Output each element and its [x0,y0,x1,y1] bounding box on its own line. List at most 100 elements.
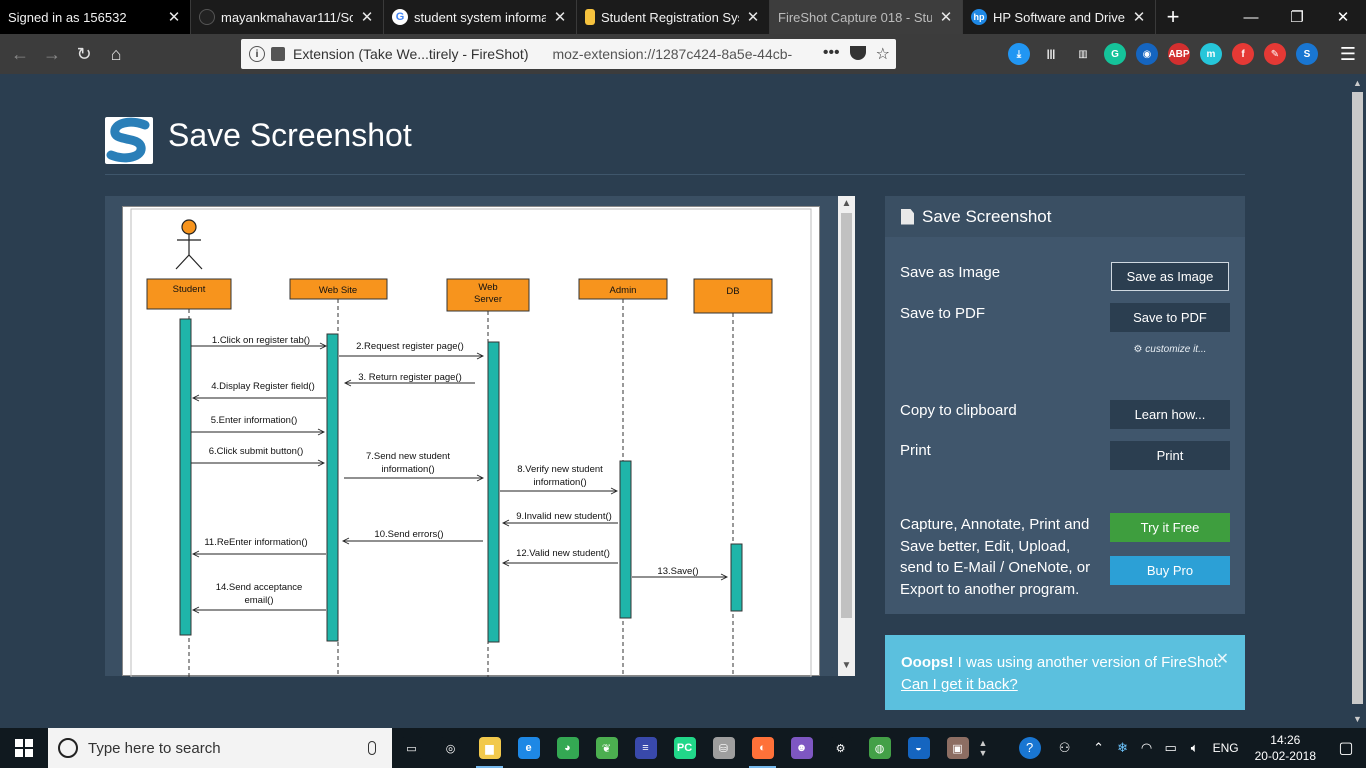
obs-taskbar-button[interactable]: ◎ [431,728,470,768]
edge-taskbar-button[interactable]: e [509,728,548,768]
close-tab-icon[interactable]: ✕ [359,8,375,26]
preview-scrollbar[interactable]: ▲ ▼ [838,196,855,676]
database-taskbar-button[interactable]: ⛁ [704,728,743,768]
restore-button[interactable]: ❐ [1274,0,1320,34]
tab-signed-in[interactable]: Signed in as 156532 ✕ [0,0,191,34]
lifeline-label-student: Student [173,284,206,295]
close-tab-icon[interactable]: ✕ [938,8,954,26]
learn-how-button[interactable]: Learn how... [1110,400,1230,429]
promo-text: Capture, Annotate, Print and Save better… [900,516,1091,598]
app-leaf-taskbar-button[interactable]: ❦ [587,728,626,768]
firefox-taskbar-button[interactable]: ◐ [743,728,782,768]
mercury-icon[interactable]: m [1200,43,1222,65]
close-tab-icon[interactable]: ✕ [166,8,182,26]
buy-pro-button[interactable]: Buy Pro [1110,556,1230,585]
close-tab-icon[interactable]: ✕ [1131,8,1147,26]
fireshot-icon[interactable]: S [1296,43,1318,65]
library-icon[interactable]: ||| [1040,43,1062,65]
settings-icon: ⚙ [829,737,852,759]
screenshot-preview[interactable]: Student Web Site Web Server Admin DB 1.C… [105,196,855,678]
file-explorer-icon: ▆ [478,737,501,759]
app-cat-taskbar-button[interactable]: ☻ [782,728,821,768]
task-view-taskbar-button[interactable]: ▭ [392,728,431,768]
wifi-icon[interactable]: ◠ [1135,740,1159,756]
file-explorer-taskbar-button[interactable]: ▆ [470,728,509,768]
get-back-link[interactable]: Can I get it back? [901,676,1018,693]
app-leaf-icon: ❦ [595,737,618,759]
language-indicator[interactable]: ENG [1213,741,1239,755]
volume-icon[interactable]: 🔈︎ [1183,740,1207,756]
sidebar-icon[interactable]: ▥ [1072,43,1094,65]
people-icon[interactable]: ⚇ [1053,740,1077,756]
close-window-button[interactable]: ✕ [1320,0,1366,34]
vpn-app-taskbar-button[interactable]: ≡ [626,728,665,768]
obs-icon: ◎ [439,737,462,759]
tab-google[interactable]: G student system informati ✕ [384,0,577,34]
scroll-up-icon[interactable]: ▲ [838,198,855,209]
vpn-icon[interactable]: ◉ [1136,43,1158,65]
clock[interactable]: 14:26 20-02-2018 [1255,732,1316,764]
settings-taskbar-button[interactable]: ⚙ [821,728,860,768]
chrome-taskbar-button[interactable]: ◕ [548,728,587,768]
notifications-icon[interactable]: ▢ [1326,738,1366,758]
minimize-button[interactable]: — [1228,0,1274,34]
save-as-image-button[interactable]: Save as Image [1111,262,1229,291]
adblock-icon[interactable]: ABP [1168,43,1190,65]
tab-title: FireShot Capture 018 - Stude [778,9,932,25]
tool-taskbar-button[interactable]: ◒ [899,728,938,768]
globe-taskbar-button[interactable]: ◍ [860,728,899,768]
save-to-pdf-button[interactable]: Save to PDF [1110,303,1230,332]
tab-github[interactable]: mayankmahavar111/Soft ✕ [191,0,384,34]
page-actions-button[interactable]: ••• [823,44,840,64]
bookmark-star-icon[interactable]: ☆ [876,44,890,64]
new-tab-button[interactable]: + [1156,0,1190,34]
page-scroll-up-icon[interactable]: ▲ [1352,78,1363,88]
panel-header: Save Screenshot [885,196,1245,237]
page-scroll-thumb[interactable] [1352,92,1363,704]
show-hidden-icons[interactable]: ⌃ [1087,740,1111,756]
menu-button[interactable]: ☰ [1332,38,1364,70]
preview-scroll-thumb[interactable] [841,213,852,618]
download-icon[interactable]: ⤓ [1008,43,1030,65]
tab-student-registration[interactable]: Student Registration Syst ✕ [577,0,770,34]
scroll-down-icon[interactable]: ▼ [838,660,855,671]
try-free-button[interactable]: Try it Free [1110,513,1230,542]
pycharm-taskbar-button[interactable]: PC [665,728,704,768]
battery-icon[interactable]: ▭ [1159,740,1183,756]
home-button[interactable]: ⌂ [100,38,132,70]
pocket-icon[interactable] [849,46,866,60]
flash-icon[interactable]: f [1232,43,1254,65]
help-icon[interactable]: ? [1018,737,1041,759]
page-scrollbar[interactable]: ▲ ▼ [1349,74,1366,728]
tab-title: HP Software and Driver [993,9,1125,25]
snowflake-icon[interactable]: ❄ [1111,740,1135,756]
close-notice-icon[interactable]: ✕ [1216,649,1229,671]
grammarly-icon[interactable]: G [1104,43,1126,65]
forward-button[interactable]: → [36,38,68,70]
clock-time: 14:26 [1270,733,1301,747]
message-label: 12.Valid new student() [516,548,610,559]
microphone-icon[interactable] [368,741,376,755]
taskbar-scroll-icon[interactable]: ▲ ▼ [977,738,989,758]
customize-link[interactable]: ⚙ customize it... [1110,344,1230,355]
start-button[interactable] [0,728,48,768]
close-tab-icon[interactable]: ✕ [745,8,761,26]
gear-icon: ⚙ [1133,344,1146,355]
reload-button[interactable]: ↻ [68,38,100,70]
close-tab-icon[interactable]: ✕ [552,8,568,26]
title-divider [105,174,1245,175]
vpn-app-icon: ≡ [634,737,657,759]
taskbar-search[interactable]: Type here to search [48,728,392,768]
page-scroll-down-icon[interactable]: ▼ [1352,714,1363,724]
tab-fireshot-capture[interactable]: FireShot Capture 018 - Stude ✕ [770,0,963,34]
pdf-icon[interactable]: ✎ [1264,43,1286,65]
print-button[interactable]: Print [1110,441,1230,470]
info-icon[interactable]: i [249,46,265,62]
photo-taskbar-button[interactable]: ▣ [938,728,977,768]
tab-hp-software[interactable]: hp HP Software and Driver ✕ [963,0,1156,34]
save-options-panel: Save Screenshot Save as Image Save as Im… [885,196,1245,614]
activation-student [179,318,192,636]
globe-icon: ◍ [868,737,891,759]
back-button[interactable]: ← [4,38,36,70]
url-bar[interactable]: i Extension (Take We...tirely - FireShot… [241,39,896,69]
